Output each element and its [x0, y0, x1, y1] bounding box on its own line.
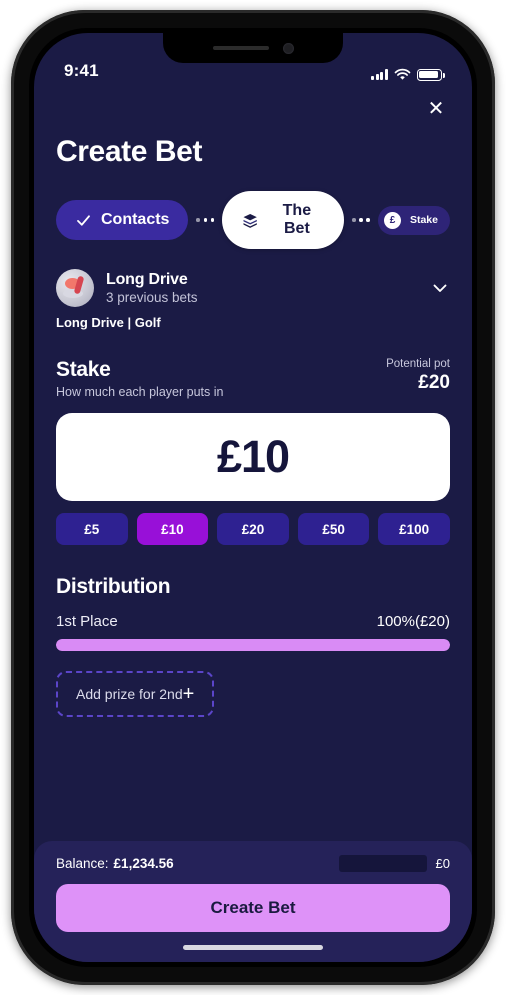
step-contacts-label: Contacts	[101, 211, 170, 228]
step-connector-1	[188, 218, 222, 222]
home-indicator-wrap	[56, 932, 450, 962]
balance-label: Balance:	[56, 856, 109, 871]
distribution-share-value: 100%(£20)	[376, 613, 450, 630]
add-prize-label: Add prize for 2nd	[76, 686, 183, 702]
distribution-place-label: 1st Place	[56, 613, 118, 630]
stake-amount-input[interactable]: £10	[56, 413, 450, 501]
stake-chip-5[interactable]: £5	[56, 513, 128, 545]
balance-row: Balance: £1,234.56 £0	[56, 855, 450, 872]
bet-name: Long Drive	[106, 271, 188, 288]
page-title: Create Bet	[56, 135, 203, 168]
phone-bezel: 9:41 ✕ Create Bet Contacts The Bet £ Sta…	[29, 28, 477, 967]
main-content: ✕ Create Bet Contacts The Bet £ Stake Lo…	[34, 87, 472, 841]
step-indicator: Contacts The Bet £ Stake	[56, 191, 450, 249]
balance-progress-track	[338, 855, 427, 872]
balance-value: £1,234.56	[113, 856, 174, 871]
front-camera-icon	[282, 42, 294, 54]
add-prize-button[interactable]: Add prize for 2nd +	[56, 671, 215, 717]
golf-avatar-icon	[56, 269, 94, 307]
stake-chip-10[interactable]: £10	[136, 513, 209, 545]
potential-pot-value: £20	[418, 372, 450, 393]
potential-pot-group: Potential pot £20	[386, 358, 450, 394]
stake-subtitle: How much each player puts in	[56, 385, 224, 399]
distribution-bar-fill	[56, 639, 450, 651]
close-icon[interactable]: ✕	[422, 95, 450, 123]
potential-pot-label: Potential pot	[386, 358, 450, 370]
screenshot-stage: 9:41 ✕ Create Bet Contacts The Bet £ Sta…	[0, 0, 506, 995]
close-row: ✕	[56, 87, 450, 123]
step-stake[interactable]: £ Stake	[377, 205, 450, 235]
check-icon	[77, 214, 90, 226]
bet-category-tag: Long Drive | Golf	[56, 315, 161, 330]
phone-screen: 9:41 ✕ Create Bet Contacts The Bet £ Sta…	[34, 33, 472, 962]
bottom-action-bar: Balance: £1,234.56 £0 Create Bet	[34, 841, 472, 962]
step-the-bet[interactable]: The Bet	[222, 191, 345, 249]
chevron-down-icon[interactable]	[430, 278, 450, 298]
balance-group: Balance: £1,234.56	[56, 856, 174, 871]
create-bet-button[interactable]: Create Bet	[56, 884, 450, 932]
secondary-balance-group: £0	[338, 855, 450, 872]
distribution-row-1st: 1st Place 100%(£20)	[56, 613, 450, 630]
stake-quick-amounts: £5 £10 £20 £50 £100	[56, 513, 450, 545]
step-contacts[interactable]: Contacts	[56, 200, 189, 240]
plus-icon: +	[182, 683, 195, 705]
step-connector-2	[344, 218, 378, 222]
wifi-icon	[394, 68, 411, 80]
distribution-bar-track[interactable]	[56, 639, 450, 651]
stake-title: Stake	[56, 358, 111, 381]
distribution-title: Distribution	[56, 575, 171, 598]
stake-chip-20[interactable]: £20	[217, 513, 289, 545]
money-stack-icon	[243, 213, 258, 228]
home-indicator	[183, 944, 323, 950]
bet-meta: Long Drive 3 previous bets	[106, 271, 430, 305]
bet-previous-bets: 3 previous bets	[106, 290, 198, 305]
earpiece-speaker-icon	[212, 46, 269, 50]
stake-heading-group: Stake How much each player puts in	[56, 358, 223, 399]
phone-frame: 9:41 ✕ Create Bet Contacts The Bet £ Sta…	[11, 10, 495, 985]
battery-full-icon	[417, 68, 445, 81]
step-the-bet-label: The Bet	[282, 202, 312, 237]
status-indicators	[371, 68, 445, 81]
bet-selector-row[interactable]: Long Drive 3 previous bets	[56, 269, 450, 307]
stake-chip-100[interactable]: £100	[378, 513, 450, 545]
phone-notch	[163, 33, 343, 63]
step-stake-label: Stake	[409, 214, 438, 226]
status-time: 9:41	[64, 61, 99, 80]
cellular-bars-icon	[371, 69, 388, 80]
secondary-balance-value: £0	[435, 856, 450, 871]
stake-header: Stake How much each player puts in Poten…	[56, 358, 450, 399]
pound-coin-icon: £	[383, 211, 401, 229]
stake-chip-50[interactable]: £50	[297, 513, 370, 545]
